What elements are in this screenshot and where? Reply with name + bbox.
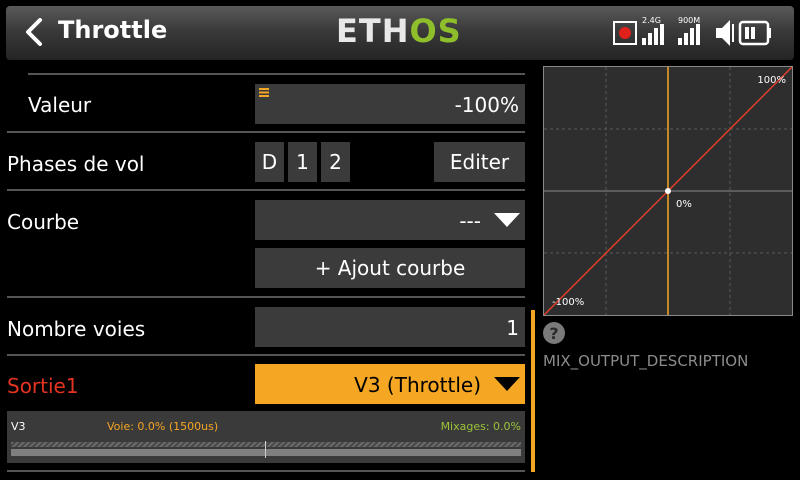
rssi-24-icon: 2.4G	[642, 16, 664, 45]
nombre-voies-field[interactable]: 1	[255, 307, 525, 347]
header-bar: Throttle ETHOS 2.4G 900M	[0, 0, 800, 66]
back-arrow-icon[interactable]	[22, 18, 44, 46]
monitor-mixages-value: Mixages: 0.0%	[440, 420, 521, 433]
courbe-label: Courbe	[7, 210, 80, 234]
mix-output-description: MIX_OUTPUT_DESCRIPTION	[543, 352, 749, 370]
valeur-value: -100%	[454, 93, 519, 117]
add-curve-button[interactable]: + Ajout courbe	[255, 248, 525, 288]
channel-monitor: V3 Voie: 0.0% (1500us) Mixages: 0.0%	[7, 411, 525, 463]
rssi-900-icon: 900M	[678, 16, 700, 45]
graph-bottom-label: -100%	[552, 297, 584, 308]
graph-center-label: 0%	[676, 199, 692, 210]
speaker-muted-icon	[716, 20, 734, 46]
sortie-dropdown[interactable]: V3 (Throttle)	[255, 364, 525, 404]
monitor-channel-name: V3	[11, 420, 26, 433]
battery-icon	[738, 20, 771, 46]
monitor-output-bar	[11, 449, 521, 456]
valeur-field[interactable]: -100%	[255, 84, 525, 124]
curve-current-point	[665, 188, 671, 194]
valeur-label: Valeur	[28, 93, 92, 117]
graph-top-label: 100%	[757, 75, 786, 86]
separator	[7, 354, 525, 356]
separator	[7, 470, 525, 472]
dropdown-arrow-icon	[494, 213, 520, 227]
monitor-voie-value: Voie: 0.0% (1500us)	[107, 420, 219, 433]
page-title: Throttle	[58, 16, 168, 44]
nombre-voies-value: 1	[506, 316, 519, 340]
menu-icon	[259, 88, 269, 97]
sortie-value: V3 (Throttle)	[354, 373, 481, 397]
monitor-limit-bar	[11, 442, 521, 447]
curve-graph-svg: 100% 0% -100%	[543, 66, 793, 316]
svg-text:2.4G: 2.4G	[642, 16, 661, 25]
monitor-center-tick	[265, 441, 266, 458]
status-icons: 2.4G 900M	[613, 16, 771, 46]
courbe-value: ---	[459, 209, 481, 233]
phase-option-1[interactable]: 1	[288, 142, 317, 182]
record-icon	[613, 21, 637, 45]
sortie-label: Sortie1	[7, 374, 79, 398]
edit-phases-button[interactable]: Editer	[434, 142, 525, 182]
phases-label: Phases de vol	[7, 152, 145, 176]
nombre-voies-label: Nombre voies	[7, 317, 146, 341]
phase-option-d[interactable]: D	[255, 142, 284, 182]
dropdown-arrow-icon	[494, 377, 520, 391]
curve-graph: 100% 0% -100%	[543, 66, 793, 316]
separator	[7, 296, 525, 298]
phase-option-2[interactable]: 2	[321, 142, 350, 182]
courbe-dropdown[interactable]: ---	[255, 200, 525, 240]
ethos-logo: ETHOS	[336, 12, 462, 50]
svg-text:900M: 900M	[678, 16, 700, 25]
scrollbar[interactable]	[531, 310, 535, 472]
help-icon[interactable]: ?	[543, 322, 565, 344]
separator	[7, 189, 525, 191]
separator	[28, 73, 525, 75]
separator	[7, 131, 525, 133]
